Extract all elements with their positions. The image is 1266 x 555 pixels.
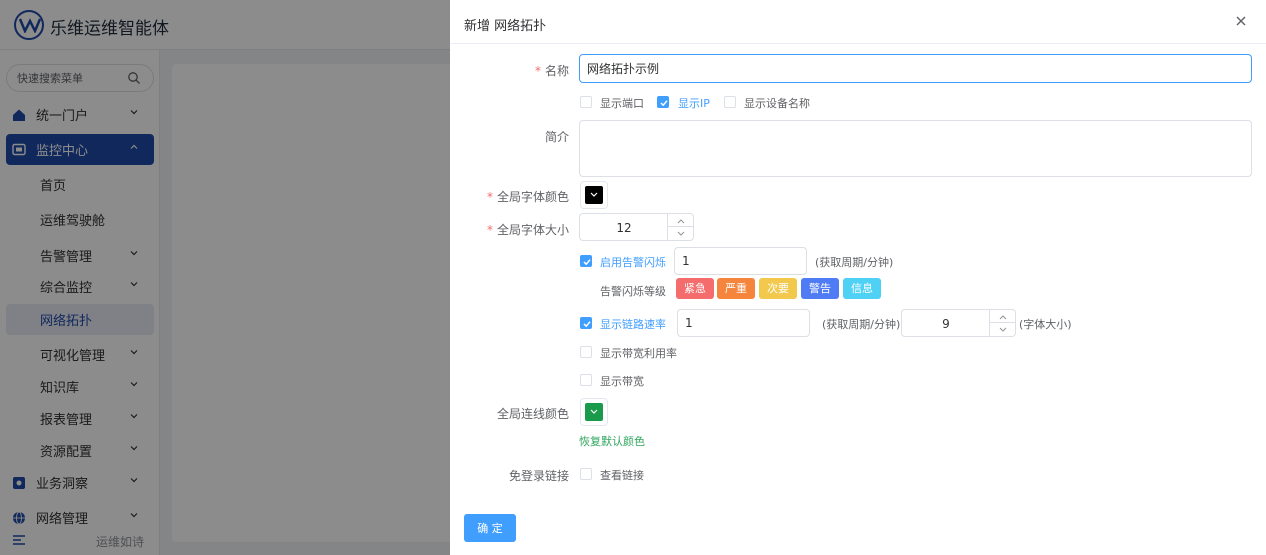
bandwidth-util-label[interactable]: 显示带宽利用率 — [600, 345, 677, 361]
show-device-name-checkbox[interactable] — [724, 96, 736, 108]
intro-label: 简介 — [544, 130, 569, 144]
bandwidth-label[interactable]: 显示带宽 — [600, 373, 644, 389]
confirm-button[interactable]: 确 定 — [464, 514, 516, 542]
font-size-unit: (字体大小) — [1019, 318, 1072, 331]
font-size-value[interactable]: 12 — [580, 221, 668, 235]
close-icon[interactable] — [1234, 14, 1248, 28]
font-color-label: * 全局字体颜色 — [486, 190, 569, 204]
show-ip-checkbox[interactable] — [657, 96, 669, 108]
line-color-label: 全局连线颜色 — [496, 407, 569, 421]
font-color-picker[interactable] — [580, 181, 608, 209]
chevron-down-icon — [677, 231, 685, 236]
line-color-picker[interactable] — [580, 398, 608, 426]
nologin-link-label: 免登录链接 — [508, 469, 569, 483]
add-topology-drawer: 新增 网络拓扑 *名称 显示端口 显示IP 显示设备名称 简介 *全局字体颜色 … — [450, 0, 1266, 555]
intro-textarea[interactable] — [579, 120, 1252, 177]
decrease-button[interactable] — [668, 227, 694, 240]
drawer-title: 新增 网络拓扑 — [464, 19, 547, 34]
chevron-up-icon — [677, 219, 685, 224]
check-icon — [583, 259, 591, 266]
decrease-button[interactable] — [990, 323, 1016, 336]
show-ip-label[interactable]: 显示IP — [678, 95, 710, 111]
link-rate-font-size-value[interactable]: 9 — [902, 317, 990, 331]
link-rate-period-unit: (获取周期/分钟) — [822, 318, 901, 331]
show-device-name-label[interactable]: 显示设备名称 — [744, 95, 810, 111]
chevron-up-icon — [999, 315, 1007, 320]
view-link-checkbox[interactable] — [580, 468, 592, 480]
line-color-swatch — [585, 403, 603, 421]
font-size-label: * 全局字体大小 — [486, 223, 569, 237]
alarm-level-severe-tag[interactable]: 严重 — [717, 278, 755, 299]
bandwidth-checkbox[interactable] — [580, 374, 592, 386]
alarm-level-label: 告警闪烁等级 — [600, 285, 666, 298]
font-size-stepper[interactable]: 12 — [579, 213, 694, 241]
bandwidth-util-checkbox[interactable] — [580, 346, 592, 358]
restore-default-color-link[interactable]: 恢复默认颜色 — [579, 433, 645, 449]
link-rate-period-input[interactable] — [677, 309, 810, 337]
show-port-label[interactable]: 显示端口 — [600, 95, 644, 111]
increase-button[interactable] — [990, 310, 1016, 323]
alarm-level-minor-tag[interactable]: 次要 — [759, 278, 797, 299]
link-rate-font-size-stepper[interactable]: 9 — [901, 309, 1016, 337]
check-icon — [583, 321, 591, 328]
chevron-down-icon — [999, 327, 1007, 332]
name-input[interactable] — [579, 54, 1252, 83]
alarm-flash-period-unit: (获取周期/分钟) — [815, 256, 894, 269]
view-link-label[interactable]: 查看链接 — [600, 467, 644, 483]
chevron-down-icon — [590, 192, 598, 197]
alarm-level-warning-tag[interactable]: 警告 — [801, 278, 839, 299]
alarm-flash-period-input[interactable] — [674, 247, 807, 275]
chevron-down-icon — [590, 409, 598, 414]
alarm-level-info-tag[interactable]: 信息 — [843, 278, 881, 299]
check-icon — [660, 100, 668, 107]
drawer-header: 新增 网络拓扑 — [450, 0, 1266, 44]
alarm-flash-label[interactable]: 启用告警闪烁 — [600, 254, 666, 270]
alarm-level-critical-tag[interactable]: 紧急 — [676, 278, 714, 299]
link-rate-label[interactable]: 显示链路速率 — [600, 316, 666, 332]
name-label: * 名称 — [534, 64, 569, 78]
font-color-swatch — [585, 186, 603, 204]
alarm-flash-checkbox[interactable] — [580, 255, 592, 267]
increase-button[interactable] — [668, 214, 694, 227]
show-port-checkbox[interactable] — [580, 96, 592, 108]
link-rate-checkbox[interactable] — [580, 317, 592, 329]
